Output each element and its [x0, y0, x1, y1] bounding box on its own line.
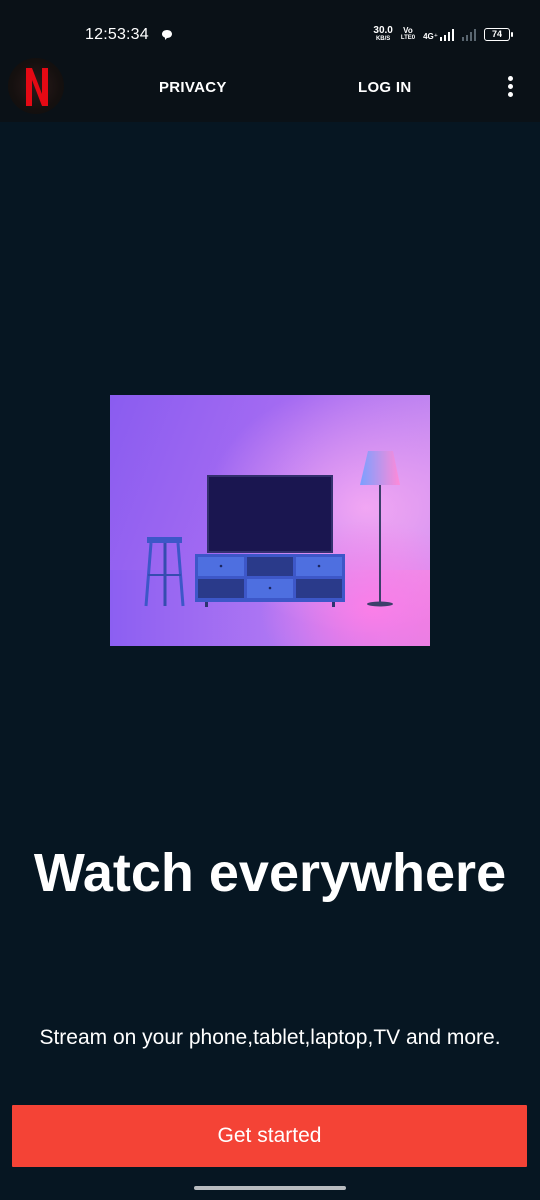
- battery-icon: 74: [484, 28, 513, 41]
- network-speed: 30.0 KB/S: [373, 26, 392, 43]
- home-indicator[interactable]: [194, 1186, 346, 1190]
- status-indicators: 30.0 KB/S Vo LTE0 4G⁺ 74: [373, 26, 513, 43]
- network-type: 4G⁺: [423, 31, 438, 41]
- volte-bottom: LTE0: [400, 35, 416, 41]
- network-speed-value: 30.0: [373, 25, 393, 36]
- netflix-logo[interactable]: [8, 58, 64, 114]
- privacy-link[interactable]: PRIVACY: [159, 79, 227, 96]
- signal-4g: 4G⁺: [423, 28, 454, 41]
- volte-top: Vo: [403, 26, 413, 35]
- signal-icon: [440, 28, 454, 41]
- status-time: 12:53:34: [85, 26, 149, 43]
- more-vertical-icon[interactable]: [500, 76, 520, 100]
- chat-icon: [162, 30, 172, 40]
- volte-indicator: Vo LTE0: [401, 27, 415, 42]
- netflix-n-icon: [26, 68, 48, 106]
- subheadline: Stream on your phone,tablet,laptop,TV an…: [39, 1026, 501, 1049]
- get-started-button[interactable]: Get started: [12, 1105, 527, 1167]
- app-bar: [0, 64, 540, 122]
- status-bar: 12:53:34 30.0 KB/S Vo LTE0 4G⁺ 74: [0, 0, 540, 64]
- battery-level: 74: [491, 29, 502, 39]
- no-signal-icon: [462, 28, 476, 41]
- network-speed-unit: KB/S: [375, 36, 391, 42]
- living-room-tv-illustration: [110, 395, 430, 646]
- headline: Watch everywhere: [33, 843, 507, 903]
- login-link[interactable]: LOG IN: [358, 79, 411, 96]
